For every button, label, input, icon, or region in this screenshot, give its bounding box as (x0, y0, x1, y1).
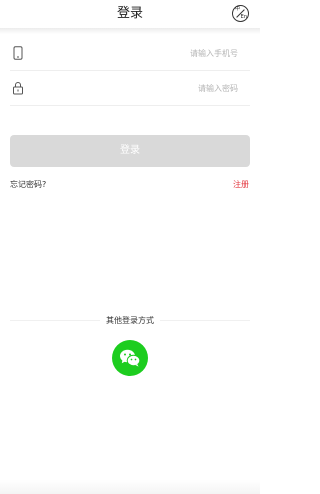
page-title: 登录 (116, 6, 143, 21)
language-zh-label: 中 (235, 6, 241, 12)
other-login-label: 其他登录方式 (0, 315, 260, 327)
login-button[interactable]: 登录 (10, 135, 250, 167)
header: 登录 中 En (0, 0, 260, 28)
other-login-label-text: 其他登录方式 (100, 316, 160, 325)
language-en-label: En (240, 14, 247, 20)
login-screen: 登录 中 En 登录 忘记密码? 注册 其他登录方式 (0, 0, 260, 494)
wechat-login-button[interactable] (112, 340, 148, 376)
register-link[interactable]: 注册 (233, 179, 249, 191)
password-input[interactable] (34, 79, 238, 97)
language-switch-button[interactable]: 中 En (232, 5, 249, 22)
phone-icon (12, 45, 24, 60)
header-divider (0, 28, 260, 34)
bottom-shade (0, 480, 260, 494)
phone-field (10, 36, 250, 71)
phone-input[interactable] (34, 44, 238, 62)
wechat-icon (120, 349, 141, 367)
forgot-password-link[interactable]: 忘记密码? (10, 179, 46, 191)
password-field (10, 71, 250, 106)
lock-icon (12, 80, 24, 95)
